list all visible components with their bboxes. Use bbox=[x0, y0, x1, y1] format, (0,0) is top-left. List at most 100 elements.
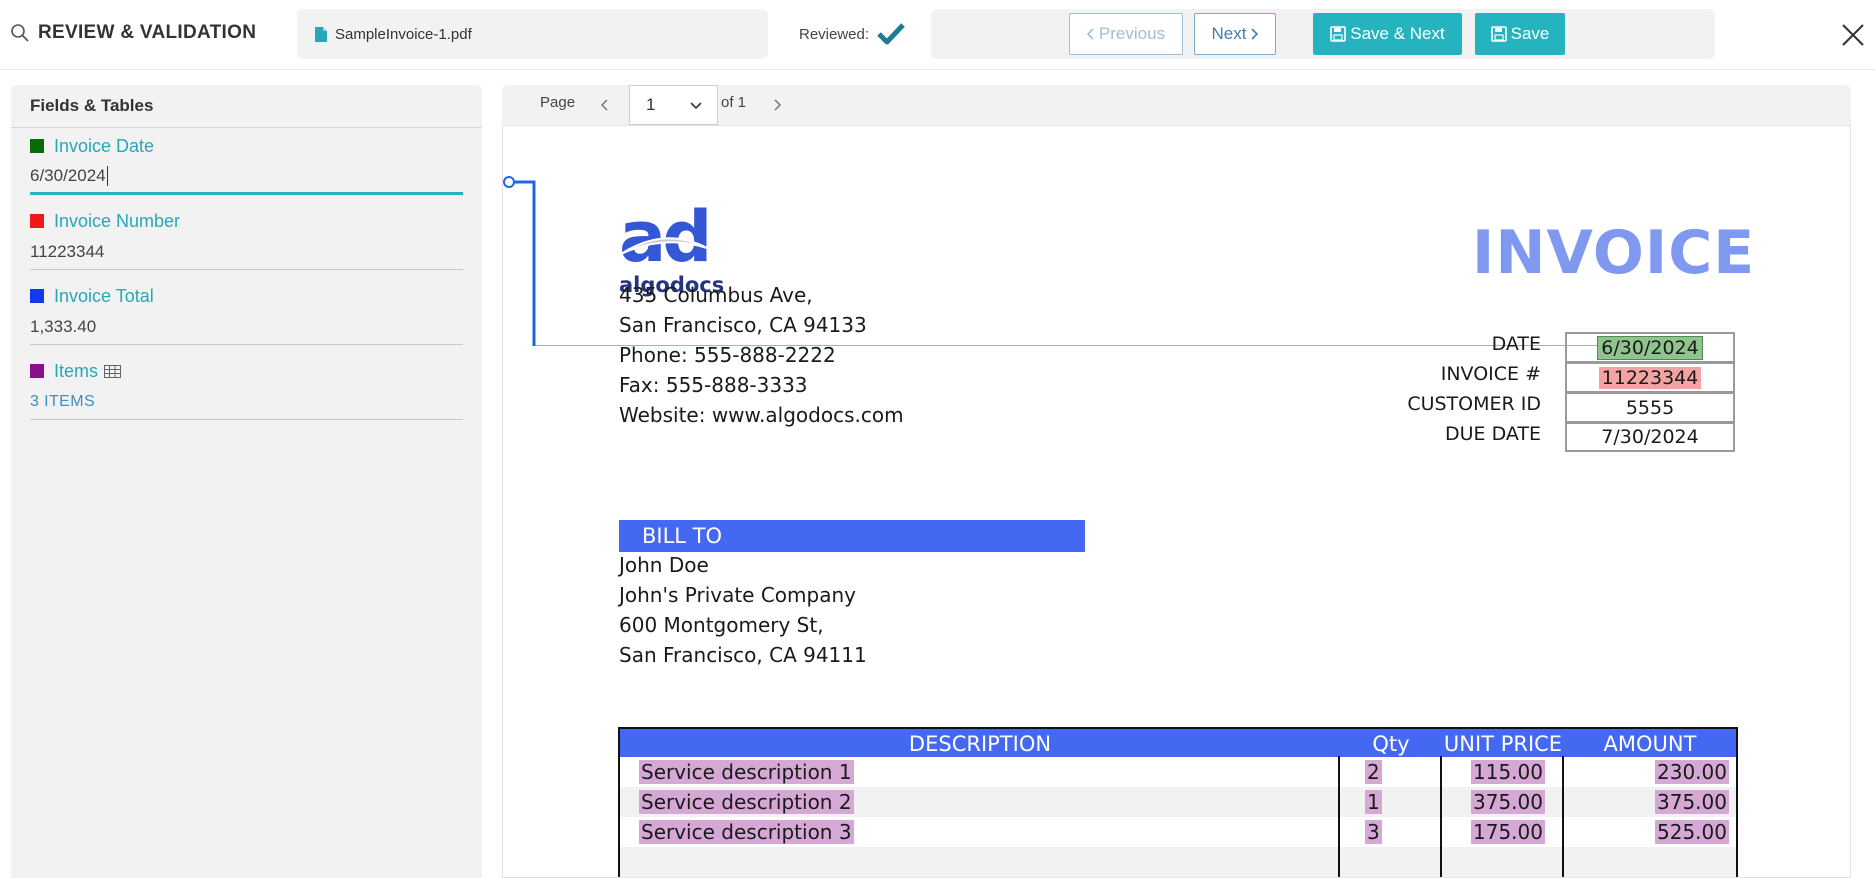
field-label: Items bbox=[54, 360, 99, 381]
due-date-value: 7/30/2024 bbox=[1601, 426, 1699, 448]
row-amount[interactable]: 525.00 bbox=[1655, 820, 1729, 844]
app-title: REVIEW & VALIDATION bbox=[10, 20, 256, 46]
save-next-button[interactable]: Save & Next bbox=[1313, 13, 1462, 55]
row-description[interactable]: Service description 3 bbox=[639, 820, 854, 844]
field-label: Invoice Number bbox=[54, 210, 181, 231]
chevron-right-icon[interactable] bbox=[767, 95, 787, 115]
table-cell-qty: 3 bbox=[1365, 817, 1382, 847]
floppy-disk-icon bbox=[1330, 26, 1347, 42]
row-amount[interactable]: 230.00 bbox=[1655, 760, 1729, 784]
invoice-number-highlight[interactable]: 11223344 bbox=[1598, 366, 1702, 389]
table-row: Service description 2 bbox=[639, 787, 854, 817]
column-divider bbox=[1338, 756, 1340, 877]
next-button[interactable]: Next bbox=[1194, 13, 1276, 55]
table-cell-unit-price: 375.00 bbox=[1471, 787, 1545, 817]
color-swatch bbox=[30, 289, 44, 303]
table-cell-amount: 375.00 bbox=[1655, 787, 1729, 817]
invoice-page: ad algodocs INVOICE 435 Columbus Ave, Sa… bbox=[502, 125, 1851, 878]
items-table-link[interactable]: 3 ITEMS bbox=[30, 384, 463, 420]
field-value: 11223344 bbox=[30, 241, 105, 261]
page-select[interactable]: 1 bbox=[629, 85, 718, 125]
save-label: Save bbox=[1510, 24, 1550, 43]
file-icon bbox=[315, 26, 327, 42]
table-cell-qty: 2 bbox=[1365, 757, 1382, 787]
field-label-row: Invoice Total bbox=[30, 283, 463, 309]
customer-id-value-box: 5555 bbox=[1565, 392, 1735, 422]
invoice-date-input[interactable]: 6/30/2024 bbox=[30, 159, 463, 195]
due-date-value-box: 7/30/2024 bbox=[1565, 422, 1735, 452]
table-cell-unit-price: 115.00 bbox=[1471, 757, 1545, 787]
logo-swoosh bbox=[620, 237, 708, 255]
row-unit-price[interactable]: 175.00 bbox=[1471, 820, 1545, 844]
field-label-row: Invoice Date bbox=[30, 133, 463, 159]
customer-name: John Doe bbox=[619, 553, 709, 577]
row-description[interactable]: Service description 2 bbox=[639, 790, 854, 814]
previous-button[interactable]: Previous bbox=[1069, 13, 1183, 55]
date-value-highlight[interactable]: 6/30/2024 bbox=[1597, 335, 1703, 360]
invoice-total-input[interactable]: 1,333.40 bbox=[30, 309, 463, 345]
address-line: 435 Columbus Ave, bbox=[619, 283, 813, 307]
table-cell-unit-price: 175.00 bbox=[1471, 817, 1545, 847]
chevron-left-icon[interactable] bbox=[595, 95, 615, 115]
customer-city: San Francisco, CA 94111 bbox=[619, 643, 867, 667]
table-row: Service description 3 bbox=[639, 817, 854, 847]
next-label: Next bbox=[1211, 24, 1247, 43]
field-value: 1,333.40 bbox=[30, 316, 97, 336]
checkmark-icon[interactable] bbox=[877, 23, 905, 45]
bill-to-address: John Doe John's Private Company 600 Mont… bbox=[619, 550, 867, 670]
color-swatch bbox=[30, 214, 44, 228]
close-icon[interactable] bbox=[1840, 22, 1866, 48]
divider bbox=[11, 127, 482, 128]
field-label: Invoice Total bbox=[54, 285, 154, 306]
column-divider bbox=[1440, 756, 1442, 877]
page-label: Page bbox=[540, 94, 576, 111]
save-button[interactable]: Save bbox=[1475, 13, 1565, 55]
top-bar: REVIEW & VALIDATION SampleInvoice-1.pdf … bbox=[0, 0, 1875, 70]
customer-company: John's Private Company bbox=[619, 583, 856, 607]
table-cell-amount: 525.00 bbox=[1655, 817, 1729, 847]
field-items: Items 3 ITEMS bbox=[30, 358, 463, 420]
row-unit-price[interactable]: 115.00 bbox=[1471, 760, 1545, 784]
row-qty[interactable]: 1 bbox=[1365, 790, 1382, 814]
previous-label: Previous bbox=[1098, 24, 1166, 43]
bill-to-title: BILL TO bbox=[642, 524, 723, 548]
field-value: 6/30/2024 bbox=[30, 165, 106, 185]
field-label-row: Items bbox=[30, 358, 463, 384]
table-icon[interactable] bbox=[104, 364, 122, 378]
table-cell-qty: 1 bbox=[1365, 787, 1382, 817]
table-row: Service description 1 bbox=[639, 757, 854, 787]
fields-panel: Fields & Tables Invoice Date 6/30/2024 I… bbox=[11, 85, 482, 878]
website-line: Website: www.algodocs.com bbox=[619, 403, 904, 427]
color-swatch bbox=[30, 364, 44, 378]
page-count: of 1 bbox=[721, 94, 747, 111]
row-qty[interactable]: 2 bbox=[1365, 760, 1382, 784]
row-amount[interactable]: 375.00 bbox=[1655, 790, 1729, 814]
field-label-row: Invoice Number bbox=[30, 208, 463, 234]
customer-id-value: 5555 bbox=[1625, 396, 1675, 419]
bill-to-header: BILL TO bbox=[619, 520, 1085, 552]
floppy-disk-icon bbox=[1490, 26, 1507, 42]
field-invoice-number: Invoice Number 11223344 bbox=[30, 208, 463, 270]
date-value-box: 6/30/2024 bbox=[1565, 332, 1735, 362]
row-unit-price[interactable]: 375.00 bbox=[1471, 790, 1545, 814]
search-icon[interactable] bbox=[10, 23, 30, 43]
page-title: REVIEW & VALIDATION bbox=[38, 22, 257, 43]
field-invoice-date: Invoice Date 6/30/2024 bbox=[30, 133, 463, 195]
row-qty[interactable]: 3 bbox=[1365, 820, 1382, 844]
table-cell-amount: 230.00 bbox=[1655, 757, 1729, 787]
phone-line: Phone: 555-888-2222 bbox=[619, 343, 836, 367]
page-navigator: Page 1 of 1 bbox=[502, 85, 1851, 125]
file-name: SampleInvoice-1.pdf bbox=[335, 25, 472, 43]
row-description[interactable]: Service description 1 bbox=[639, 760, 854, 784]
file-name-box: SampleInvoice-1.pdf bbox=[297, 9, 768, 59]
invoice-number-value-box: 11223344 bbox=[1565, 362, 1735, 392]
field-label: Invoice Date bbox=[54, 135, 155, 156]
reviewed-label: Reviewed: bbox=[799, 25, 870, 43]
customer-street: 600 Montgomery St, bbox=[619, 613, 824, 637]
row-stripe bbox=[620, 847, 1736, 877]
sender-address: 435 Columbus Ave, San Francisco, CA 9413… bbox=[619, 280, 904, 430]
company-logo: ad bbox=[619, 196, 729, 278]
invoice-number-input[interactable]: 11223344 bbox=[30, 234, 463, 270]
reviewed-status: Reviewed: bbox=[799, 20, 905, 48]
chevron-down-icon bbox=[690, 102, 702, 110]
